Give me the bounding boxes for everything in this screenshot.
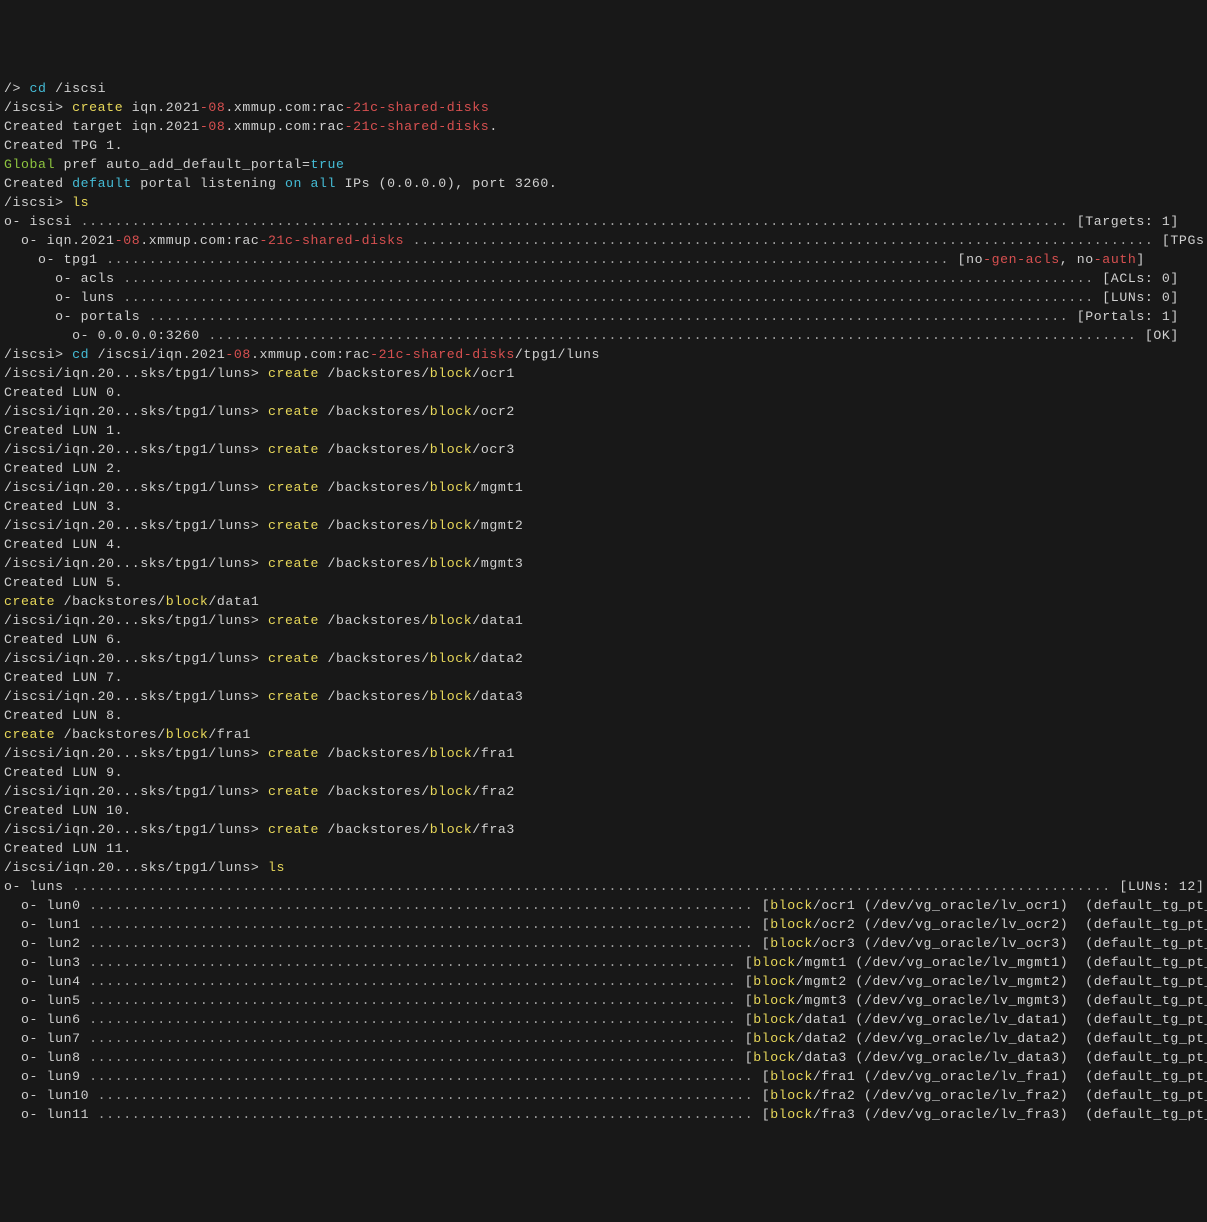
cmd-create-fra1: /iscsi/iqn.20...sks/tpg1/luns> create /b…	[4, 744, 1203, 763]
out-lun9: Created LUN 9.	[4, 763, 1203, 782]
tree-lun10: o- lun10 ...............................…	[4, 1086, 1203, 1105]
out-created-tpg: Created TPG 1.	[4, 136, 1203, 155]
terminal-output[interactable]: /> cd /iscsi/iscsi> create iqn.2021-08.x…	[4, 79, 1203, 1124]
out-lun1: Created LUN 1.	[4, 421, 1203, 440]
tree-lun0: o- lun0 ................................…	[4, 896, 1203, 915]
tree-lun7: o- lun7 ................................…	[4, 1029, 1203, 1048]
tree-lun2: o- lun2 ................................…	[4, 934, 1203, 953]
tree-lun8: o- lun8 ................................…	[4, 1048, 1203, 1067]
cmd-cd-luns: /iscsi> cd /iscsi/iqn.2021-08.xmmup.com:…	[4, 345, 1203, 364]
out-lun6: Created LUN 6.	[4, 630, 1203, 649]
tree-lun1: o- lun1 ................................…	[4, 915, 1203, 934]
cmd-create-data2: /iscsi/iqn.20...sks/tpg1/luns> create /b…	[4, 649, 1203, 668]
tree-lun6: o- lun6 ................................…	[4, 1010, 1203, 1029]
cmd-create-ocr1: /iscsi/iqn.20...sks/tpg1/luns> create /b…	[4, 364, 1203, 383]
out-created-target: Created target iqn.2021-08.xmmup.com:rac…	[4, 117, 1203, 136]
out-lun3: Created LUN 3.	[4, 497, 1203, 516]
out-lun10: Created LUN 10.	[4, 801, 1203, 820]
tree-portal-entry: o- 0.0.0.0:3260 ........................…	[4, 326, 1203, 345]
cmd-ls-luns: /iscsi/iqn.20...sks/tpg1/luns> ls	[4, 858, 1203, 877]
cmd-create-mgmt2: /iscsi/iqn.20...sks/tpg1/luns> create /b…	[4, 516, 1203, 535]
cmd-create-mgmt3: /iscsi/iqn.20...sks/tpg1/luns> create /b…	[4, 554, 1203, 573]
cmd-create-fra2: /iscsi/iqn.20...sks/tpg1/luns> create /b…	[4, 782, 1203, 801]
tree-lun3: o- lun3 ................................…	[4, 953, 1203, 972]
pasted-create-fra1: create /backstores/block/fra1	[4, 725, 1203, 744]
out-lun5: Created LUN 5.	[4, 573, 1203, 592]
cmd-create-mgmt1: /iscsi/iqn.20...sks/tpg1/luns> create /b…	[4, 478, 1203, 497]
out-lun0: Created LUN 0.	[4, 383, 1203, 402]
tree-lun9: o- lun9 ................................…	[4, 1067, 1203, 1086]
cmd-create-data1: /iscsi/iqn.20...sks/tpg1/luns> create /b…	[4, 611, 1203, 630]
tree-portals: o- portals .............................…	[4, 307, 1203, 326]
out-lun4: Created LUN 4.	[4, 535, 1203, 554]
cmd-create-ocr2: /iscsi/iqn.20...sks/tpg1/luns> create /b…	[4, 402, 1203, 421]
cmd-cd-iscsi: /> cd /iscsi	[4, 79, 1203, 98]
tree-luns: o- luns ................................…	[4, 288, 1203, 307]
cmd-create-target: /iscsi> create iqn.2021-08.xmmup.com:rac…	[4, 98, 1203, 117]
tree-lun4: o- lun4 ................................…	[4, 972, 1203, 991]
cmd-create-fra3: /iscsi/iqn.20...sks/tpg1/luns> create /b…	[4, 820, 1203, 839]
tree-tpg1: o- tpg1 ................................…	[4, 250, 1203, 269]
out-lun7: Created LUN 7.	[4, 668, 1203, 687]
tree-iscsi: o- iscsi ...............................…	[4, 212, 1203, 231]
tree-acls: o- acls ................................…	[4, 269, 1203, 288]
tree-lun5: o- lun5 ................................…	[4, 991, 1203, 1010]
out-global-pref: Global pref auto_add_default_portal=true	[4, 155, 1203, 174]
cmd-create-ocr3: /iscsi/iqn.20...sks/tpg1/luns> create /b…	[4, 440, 1203, 459]
tree-iqn: o- iqn.2021-08.xmmup.com:rac-21c-shared-…	[4, 231, 1203, 250]
cmd-ls: /iscsi> ls	[4, 193, 1203, 212]
out-lun2: Created LUN 2.	[4, 459, 1203, 478]
out-lun8: Created LUN 8.	[4, 706, 1203, 725]
cmd-create-data3: /iscsi/iqn.20...sks/tpg1/luns> create /b…	[4, 687, 1203, 706]
tree-luns-header: o- luns ................................…	[4, 877, 1203, 896]
pasted-create-data1: create /backstores/block/data1	[4, 592, 1203, 611]
out-created-portal: Created default portal listening on all …	[4, 174, 1203, 193]
out-lun11: Created LUN 11.	[4, 839, 1203, 858]
tree-lun11: o- lun11 ...............................…	[4, 1105, 1203, 1124]
